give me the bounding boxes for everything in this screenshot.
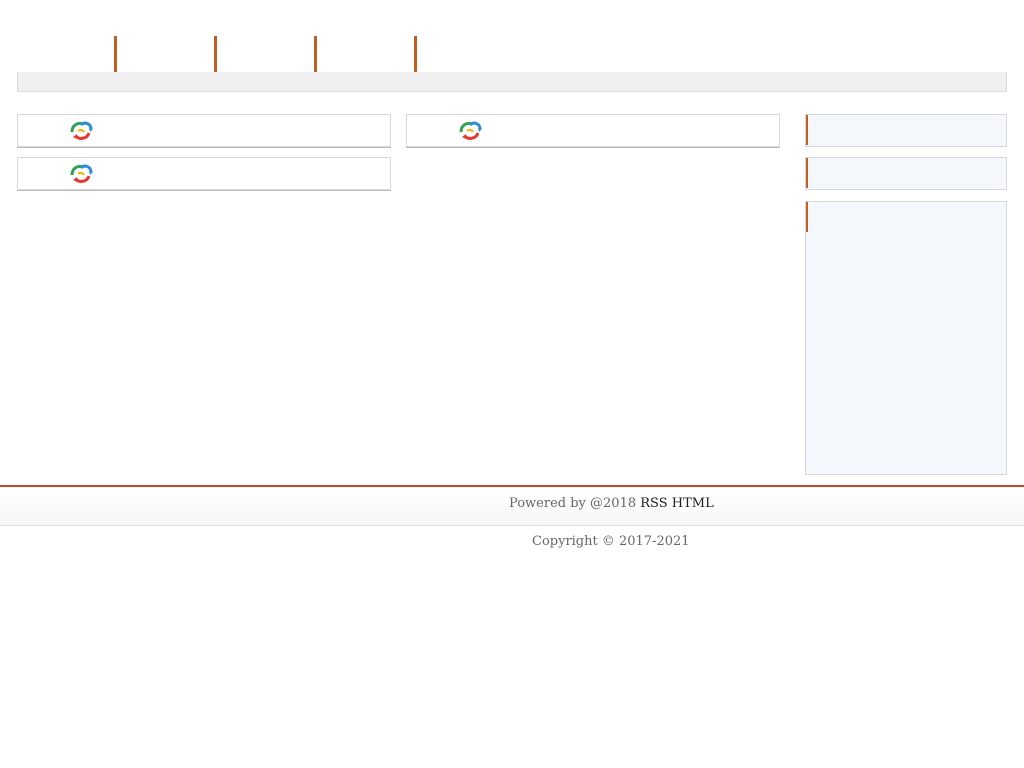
sidebar-accent-bar xyxy=(806,115,808,145)
footer: Powered by @2018 RSS HTML xyxy=(0,485,1024,526)
copyright-text: Copyright © 2017-2021 xyxy=(532,534,690,549)
nav-separator xyxy=(214,36,217,72)
sidebar-accent-bar xyxy=(806,158,808,188)
main-nav xyxy=(17,36,1007,72)
nav-separator xyxy=(114,36,117,72)
sidebar-panel xyxy=(805,201,1007,475)
nav-separator xyxy=(414,36,417,72)
sidebar-box xyxy=(805,114,1007,147)
powered-by-text: Powered by @2018 RSS HTML xyxy=(509,496,714,511)
article-card[interactable] xyxy=(17,114,391,147)
article-card[interactable] xyxy=(17,157,391,190)
sidebar-accent-bar xyxy=(806,202,808,232)
sidebar-box xyxy=(805,157,1007,190)
powered-by-label: Powered by @2018 xyxy=(509,496,641,511)
rss-link[interactable]: RSS xyxy=(640,496,667,511)
article-card[interactable] xyxy=(406,114,780,147)
nav-separator xyxy=(314,36,317,72)
html-link[interactable]: HTML xyxy=(672,496,714,511)
refresh-logo-icon xyxy=(70,164,93,183)
sub-nav-bar xyxy=(17,72,1007,92)
refresh-logo-icon xyxy=(70,121,93,140)
refresh-logo-icon xyxy=(459,121,482,140)
